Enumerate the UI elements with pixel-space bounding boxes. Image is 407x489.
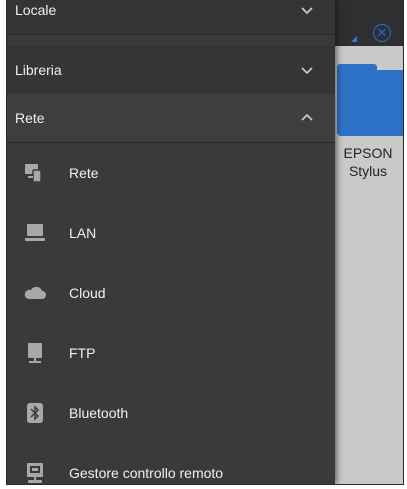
folder-label[interactable]: EPSON Stylus xyxy=(333,144,403,180)
computer-icon xyxy=(25,224,45,241)
ftp-server-icon xyxy=(28,343,42,363)
section-locale-label: Locale xyxy=(15,2,57,18)
chevron-down-icon xyxy=(301,7,313,15)
navigation-drawer: Locale Libreria Rete Rete LAN Cloud FTP … xyxy=(7,0,335,484)
drawer-item-label: LAN xyxy=(69,225,97,241)
drawer-item-label: Gestore controllo remoto xyxy=(69,465,224,481)
drawer-item-ftp[interactable]: FTP xyxy=(7,323,335,383)
drawer-item-label: Bluetooth xyxy=(69,405,129,421)
network-devices-icon xyxy=(25,164,42,183)
drawer-item-label: Cloud xyxy=(69,285,106,301)
drawer-item-cloud[interactable]: Cloud xyxy=(7,263,335,323)
app-window: ✕ EPSON Stylus Locale Libreria Rete Rete… xyxy=(6,0,404,485)
folder-icon[interactable] xyxy=(337,64,403,136)
drawer-item-rete[interactable]: Rete xyxy=(7,143,335,203)
remote-control-icon xyxy=(27,463,43,483)
section-rete-label: Rete xyxy=(15,110,45,126)
section-libreria[interactable]: Libreria xyxy=(7,46,335,95)
drawer-item-bluetooth[interactable]: Bluetooth xyxy=(7,383,335,443)
chevron-up-icon xyxy=(301,113,313,121)
drawer-item-label: Rete xyxy=(69,165,99,181)
drawer-item-label: FTP xyxy=(69,345,96,361)
section-libreria-label: Libreria xyxy=(15,62,62,78)
close-icon[interactable]: ✕ xyxy=(373,24,391,42)
bluetooth-icon xyxy=(27,403,43,423)
sort-indicator-icon xyxy=(351,36,357,42)
drawer-item-lan[interactable]: LAN xyxy=(7,203,335,263)
cloud-icon xyxy=(24,286,46,299)
section-locale[interactable]: Locale xyxy=(7,0,335,35)
chevron-down-icon xyxy=(301,67,313,75)
drawer-item-gestore-controllo-remoto[interactable]: Gestore controllo remoto xyxy=(7,443,335,484)
section-rete[interactable]: Rete xyxy=(7,94,335,143)
